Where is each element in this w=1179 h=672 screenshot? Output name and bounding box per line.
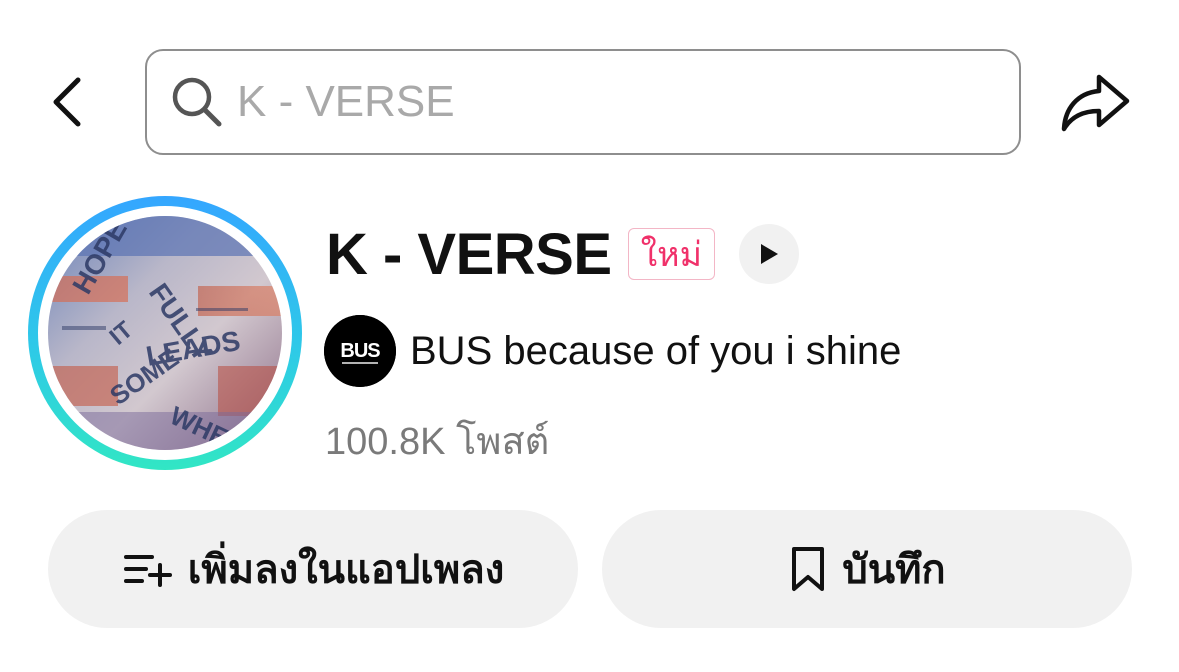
add-to-music-app-button[interactable]: เพิ่มลงในแอปเพลง (48, 510, 578, 628)
chevron-left-icon (48, 74, 88, 130)
artist-avatar: BUS (324, 315, 396, 387)
play-icon (757, 241, 781, 267)
add-to-music-app-label: เพิ่มลงในแอปเพลง (187, 548, 505, 592)
add-to-playlist-icon (122, 549, 174, 589)
search-icon (169, 74, 225, 130)
artist-name: BUS because of you i shine (410, 328, 902, 373)
play-button[interactable] (739, 224, 799, 284)
artist-logo-text: BUS (340, 340, 380, 362)
artist-link[interactable]: BUS BUS because of you i shine (324, 315, 902, 387)
album-cover-image: HOPE FULLY IT LEADS SOME WHERE (48, 216, 282, 450)
bookmark-icon (788, 545, 828, 593)
cover-art-ring[interactable]: HOPE FULLY IT LEADS SOME WHERE (28, 196, 302, 470)
cover-art-frame: HOPE FULLY IT LEADS SOME WHERE (38, 206, 292, 460)
sound-title: K - VERSE (326, 221, 612, 287)
sound-title-row: K - VERSE ใหม่ (326, 218, 799, 290)
save-label: บันทึก (842, 548, 946, 592)
post-count: 100.8K โพสต์ (325, 421, 550, 463)
search-bar[interactable] (145, 49, 1021, 155)
search-input[interactable] (237, 77, 977, 127)
share-arrow-icon (1059, 71, 1131, 135)
share-button[interactable] (1056, 68, 1134, 138)
save-button[interactable]: บันทึก (602, 510, 1132, 628)
new-badge: ใหม่ (627, 228, 715, 280)
back-button[interactable] (36, 70, 100, 134)
